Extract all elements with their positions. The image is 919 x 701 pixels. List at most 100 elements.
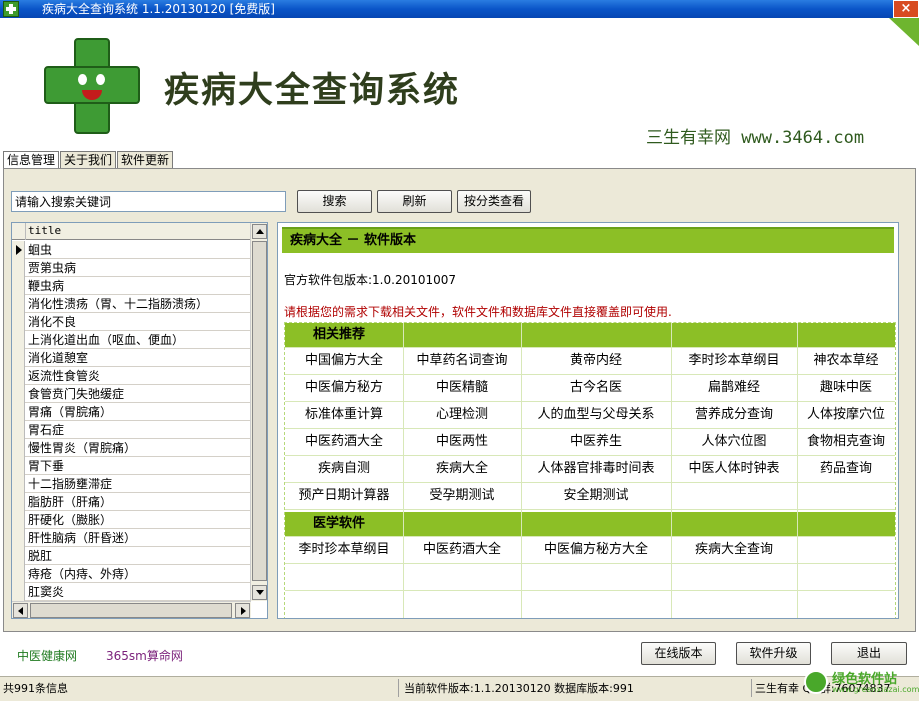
row-selector (12, 565, 25, 583)
list-item-label: 鞭虫病 (28, 279, 65, 293)
row-selector (12, 385, 25, 403)
scroll-up-icon[interactable] (252, 224, 267, 239)
exit-button[interactable]: 退出 (831, 642, 907, 665)
scroll-thumb[interactable] (252, 241, 267, 581)
list-item[interactable]: 痔疮（内痔、外痔） (12, 565, 251, 583)
list-item[interactable]: 肝性脑病（肝昏迷） (12, 529, 251, 547)
link-365sm[interactable]: 365sm算命网 (106, 647, 183, 664)
row-selector (12, 403, 25, 421)
link-item[interactable]: 人体穴位图 (671, 428, 797, 455)
list-item-label: 消化道憩室 (28, 351, 89, 365)
search-button[interactable]: 搜索 (297, 190, 372, 213)
link-item[interactable]: 李时珍本草纲目 (285, 536, 403, 563)
list-item[interactable]: 消化不良 (12, 313, 251, 331)
link-item[interactable]: 受孕期测试 (403, 482, 521, 509)
list-item[interactable]: 消化道憩室 (12, 349, 251, 367)
list-item[interactable]: 食管贲门失弛缓症 (12, 385, 251, 403)
link-item[interactable]: 古今名医 (521, 374, 671, 401)
link-item[interactable]: 中医两性 (403, 428, 521, 455)
link-item[interactable]: 中国偏方大全 (285, 347, 403, 374)
list-item[interactable]: 蛔虫 (12, 241, 251, 259)
disease-list[interactable]: title 蛔虫贾第虫病鞭虫病消化性溃疡（胃、十二指肠溃疡） 消化不良 上消化道出血… (11, 222, 268, 619)
link-item[interactable]: 中医药酒大全 (403, 536, 521, 563)
list-item[interactable]: 胃痛（胃脘痛） (12, 403, 251, 421)
list-rows: 蛔虫贾第虫病鞭虫病消化性溃疡（胃、十二指肠溃疡） 消化不良 上消化道出血（呕血、便血… (12, 241, 251, 601)
list-item[interactable]: 肛窦炎 (12, 583, 251, 601)
list-item[interactable]: 贾第虫病 (12, 259, 251, 277)
link-item[interactable]: 食物相克查询 (797, 428, 895, 455)
close-button[interactable]: × (893, 0, 919, 18)
list-item[interactable]: 十二指肠壅滞症 (12, 475, 251, 493)
scroll-right-icon[interactable] (235, 603, 250, 618)
column-title-header[interactable]: title (25, 223, 251, 240)
scroll-down-icon[interactable] (252, 585, 267, 600)
list-item[interactable]: 消化性溃疡（胃、十二指肠溃疡） (12, 295, 251, 313)
row-selector (12, 475, 25, 493)
link-item[interactable]: 中医偏方秘方 (285, 374, 403, 401)
link-item[interactable]: 中医养生 (521, 428, 671, 455)
list-item[interactable]: 脂肪肝（肝痛） (12, 493, 251, 511)
list-item[interactable]: 肝硬化（臌胀） (12, 511, 251, 529)
list-item[interactable]: 脱肛 (12, 547, 251, 565)
tab-software-update[interactable]: 软件更新 (117, 151, 174, 169)
link-item[interactable]: 神农本草经 (797, 347, 895, 374)
link-item[interactable]: 中医药酒大全 (285, 428, 403, 455)
link-item[interactable]: 中医精髓 (403, 374, 521, 401)
list-item[interactable]: 胃石症 (12, 421, 251, 439)
corner-decoration (889, 18, 919, 46)
list-item[interactable]: 返流性食管炎 (12, 367, 251, 385)
links-grid: 相关推荐 医学软件 中国偏方大全 中草药名词查询 黄帝内经 李时珍本草纲目 神农本草经中… (284, 322, 896, 618)
logo-cross-icon (44, 38, 140, 134)
link-item[interactable]: 人的血型与父母关系 (521, 401, 671, 428)
link-tcm-health[interactable]: 中医健康网 (17, 647, 77, 664)
online-version-button[interactable]: 在线版本 (641, 642, 716, 665)
list-item-label: 消化性溃疡（胃、十二指肠溃疡） (28, 297, 209, 311)
content-title: 疾病大全 － 软件版本 (282, 227, 894, 253)
list-item-label: 肝硬化（臌胀） (28, 513, 113, 527)
list-header: title (12, 223, 251, 240)
list-item-label: 贾第虫病 (28, 261, 77, 275)
vertical-scrollbar[interactable] (250, 223, 267, 601)
link-item[interactable]: 趣味中医 (797, 374, 895, 401)
link-item[interactable]: 疾病自测 (285, 455, 403, 482)
software-upgrade-button[interactable]: 软件升级 (736, 642, 811, 665)
link-item[interactable]: 预产日期计算器 (285, 482, 403, 509)
status-count: 共991条信息 (3, 682, 68, 695)
link-item[interactable]: 心理检测 (403, 401, 521, 428)
link-item[interactable]: 扁鹊难经 (671, 374, 797, 401)
category-view-button[interactable]: 按分类查看 (457, 190, 531, 213)
link-item[interactable]: 中医偏方秘方大全 (521, 536, 671, 563)
list-item[interactable]: 慢性胃炎（胃脘痛） (12, 439, 251, 457)
row-selector-arrow-icon (12, 241, 25, 259)
link-item[interactable]: 营养成分查询 (671, 401, 797, 428)
list-item[interactable]: 鞭虫病 (12, 277, 251, 295)
list-item[interactable]: 胃下垂 (12, 457, 251, 475)
hscroll-thumb[interactable] (30, 603, 232, 618)
tab-info-management[interactable]: 信息管理 (3, 151, 60, 169)
row-selector (12, 457, 25, 475)
list-item[interactable]: 上消化道出血（呕血、便血） (12, 331, 251, 349)
link-item[interactable]: 安全期测试 (521, 482, 671, 509)
window-titlebar[interactable]: 疾病大全查询系统 1.1.20130120 [免费版] × (0, 0, 919, 18)
list-item-label: 蛔虫 (28, 243, 53, 257)
download-notice: 请根据您的需求下载相关文件，软件文件和数据库文件直接覆盖即可使用. (284, 305, 672, 319)
scroll-left-icon[interactable] (13, 603, 28, 618)
row-selector (12, 295, 25, 313)
link-item[interactable]: 黄帝内经 (521, 347, 671, 374)
list-item-label: 食管贲门失弛缓症 (28, 387, 125, 401)
search-input[interactable] (11, 191, 286, 212)
section-recommended: 相关推荐 (285, 323, 895, 347)
link-item[interactable]: 人体按摩穴位 (797, 401, 895, 428)
horizontal-scrollbar[interactable] (12, 601, 251, 618)
link-item[interactable]: 人体器官排毒时间表 (521, 455, 671, 482)
link-item[interactable]: 李时珍本草纲目 (671, 347, 797, 374)
link-item[interactable]: 疾病大全 (403, 455, 521, 482)
link-item[interactable]: 药品查询 (797, 455, 895, 482)
link-item[interactable]: 中草药名词查询 (403, 347, 521, 374)
list-item-label: 胃下垂 (28, 459, 65, 473)
refresh-button[interactable]: 刷新 (377, 190, 452, 213)
link-item[interactable]: 标准体重计算 (285, 401, 403, 428)
link-item[interactable]: 疾病大全查询 (671, 536, 797, 563)
tab-about-us[interactable]: 关于我们 (60, 151, 117, 169)
link-item[interactable]: 中医人体时钟表 (671, 455, 797, 482)
